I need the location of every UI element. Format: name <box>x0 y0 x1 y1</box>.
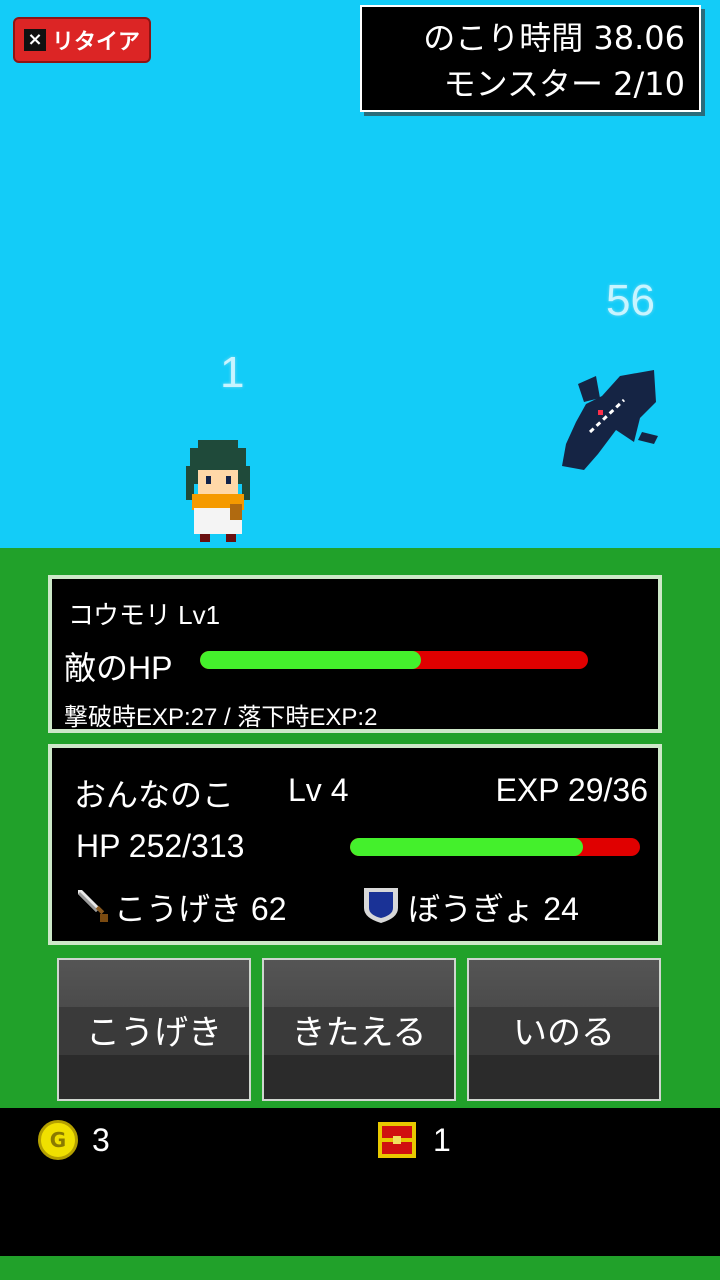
player-attack: こうげき 62 <box>114 891 287 927</box>
player-hp: HP 252/313 <box>76 828 245 864</box>
enemy-damage-number: 56 <box>606 276 655 325</box>
retire-label: リタイア <box>51 30 140 55</box>
monster-count: モンスター 2/10 <box>443 65 685 103</box>
enemy-hp-fill <box>200 651 422 669</box>
treasure-chest-icon <box>378 1122 416 1158</box>
attack-button[interactable]: こうげき <box>57 958 251 1101</box>
chest-count: 1 <box>433 1122 451 1158</box>
close-icon: × <box>23 29 46 51</box>
enemy-hp-bar <box>200 651 588 669</box>
time-remaining: のこり時間 38.06 <box>423 19 685 57</box>
bat-enemy-sprite <box>562 370 658 470</box>
player-status-panel: おんなのこ Lv 4 EXP 29/36 HP 252/313 こうげき 62 … <box>48 744 662 945</box>
enemy-name: コウモリ Lv1 <box>68 600 221 630</box>
player-level: Lv 4 <box>288 772 349 808</box>
player-exp: EXP 29/36 <box>495 772 648 808</box>
shield-icon <box>364 888 398 923</box>
player-defense: ぼうぎょ 24 <box>408 891 579 927</box>
enemy-hp-label: 敵のHP <box>64 650 173 686</box>
train-button[interactable]: きたえる <box>262 958 456 1101</box>
enemy-exp-info: 撃破時EXP:27 / 落下時EXP:2 <box>64 704 378 731</box>
sword-icon <box>78 890 108 922</box>
retire-button[interactable]: × リタイア <box>13 17 151 63</box>
girl-character-sprite <box>186 440 250 542</box>
player-damage-number: 1 <box>220 348 245 397</box>
gold-coin-icon: G <box>38 1120 78 1160</box>
pray-button[interactable]: いのる <box>467 958 661 1101</box>
gold-count: 3 <box>92 1122 110 1158</box>
status-box: のこり時間 38.06 モンスター 2/10 <box>360 5 701 112</box>
player-name: おんなのこ <box>74 777 235 813</box>
player-hp-bar <box>350 838 640 856</box>
enemy-status-panel: コウモリ Lv1 敵のHP 撃破時EXP:27 / 落下時EXP:2 <box>48 575 662 733</box>
player-hp-fill <box>350 838 584 856</box>
